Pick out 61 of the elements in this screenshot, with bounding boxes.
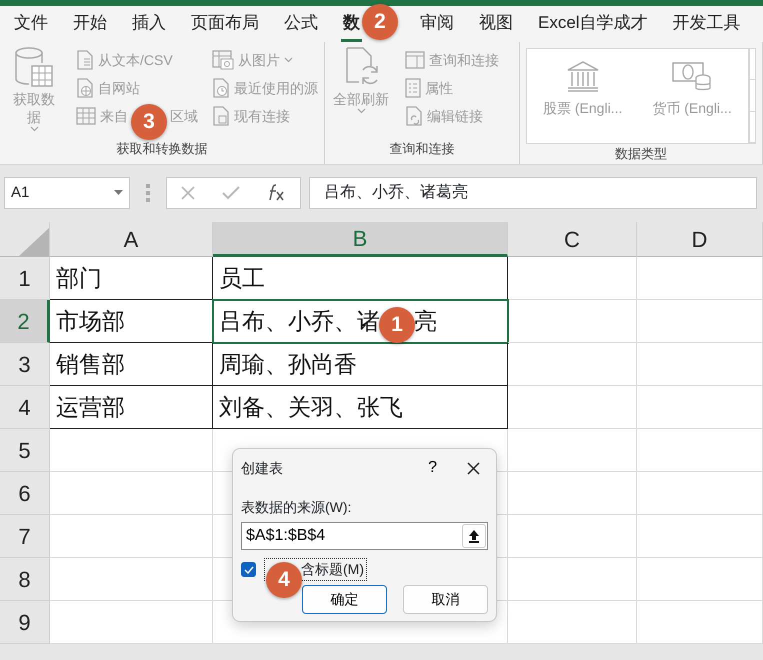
- properties-icon: [405, 78, 421, 98]
- ribbon-tab[interactable]: 审阅: [418, 9, 456, 42]
- row-header[interactable]: 7: [0, 515, 50, 558]
- row-header[interactable]: 5: [0, 429, 50, 472]
- help-button[interactable]: ?: [420, 460, 445, 476]
- row-header[interactable]: 9: [0, 601, 50, 644]
- table-cell: 员工: [213, 257, 508, 300]
- money-icon: [672, 60, 712, 92]
- document-icon: [212, 106, 230, 126]
- row-header[interactable]: 4: [0, 386, 50, 429]
- dialog-title: 创建表: [241, 458, 284, 478]
- column-header[interactable]: C: [508, 222, 637, 257]
- clock-document-icon: [212, 78, 230, 98]
- grip-icon: [146, 184, 150, 202]
- link-document-icon: [405, 106, 423, 126]
- check-icon: [244, 566, 254, 574]
- web-document-icon: [76, 78, 94, 98]
- dialog-button[interactable]: 取消: [403, 585, 488, 614]
- table-cell: 周瑜、孙尚香: [213, 343, 508, 386]
- group-label: 数据类型: [614, 145, 668, 163]
- row-header[interactable]: 2: [0, 300, 50, 343]
- ribbon-tab[interactable]: 页面布局: [189, 9, 261, 42]
- ribbon-tab[interactable]: Excel自学成才: [536, 9, 650, 42]
- document-icon: [76, 50, 94, 70]
- check-icon[interactable]: [222, 186, 240, 200]
- column-header[interactable]: D: [637, 222, 763, 257]
- row-header[interactable]: 3: [0, 343, 50, 386]
- ribbon-tab[interactable]: 视图: [477, 9, 515, 42]
- formula-field[interactable]: 吕布、小乔、诸葛亮: [309, 177, 757, 209]
- caret-icon: [114, 190, 123, 196]
- upload-icon: [468, 529, 480, 543]
- field-label: 表数据的来源(W):: [241, 498, 352, 517]
- row-header[interactable]: 1: [0, 257, 50, 300]
- table-cell: 运营部: [50, 386, 213, 429]
- ribbon-tab[interactable]: 开发工具: [670, 9, 743, 42]
- ribbon-tab[interactable]: 公式: [282, 9, 320, 42]
- table-cell: 部门: [50, 257, 213, 300]
- column-header[interactable]: B: [213, 222, 508, 257]
- group-label: 查询和连接: [388, 140, 456, 158]
- column-header[interactable]: A: [50, 222, 213, 257]
- bank-icon: [566, 60, 600, 92]
- name-box[interactable]: A1: [4, 177, 130, 209]
- image-table-icon: [212, 50, 234, 70]
- collapse-button[interactable]: [462, 524, 486, 548]
- table-cell: 市场部: [50, 300, 213, 343]
- table-icon: [76, 107, 96, 125]
- ribbon-tab[interactable]: 插入: [130, 9, 168, 42]
- table-cell: 销售部: [50, 343, 213, 386]
- database-icon: [14, 46, 54, 90]
- table-cell: 刘备、关羽、张飞: [213, 386, 508, 429]
- source-field[interactable]: $A$1:$B$4: [241, 522, 488, 550]
- row-header[interactable]: 8: [0, 558, 50, 601]
- dialog-button[interactable]: 确定: [302, 585, 387, 614]
- panel-icon: [405, 51, 425, 69]
- ribbon-tab[interactable]: 文件: [12, 9, 50, 42]
- close-icon: [467, 462, 480, 476]
- ribbon-tab[interactable]: 开始: [71, 9, 109, 42]
- row-header[interactable]: 6: [0, 472, 50, 515]
- checkbox[interactable]: [241, 562, 256, 577]
- corner-triangle-icon: [19, 228, 49, 256]
- group-label: 获取和转换数据: [116, 140, 208, 158]
